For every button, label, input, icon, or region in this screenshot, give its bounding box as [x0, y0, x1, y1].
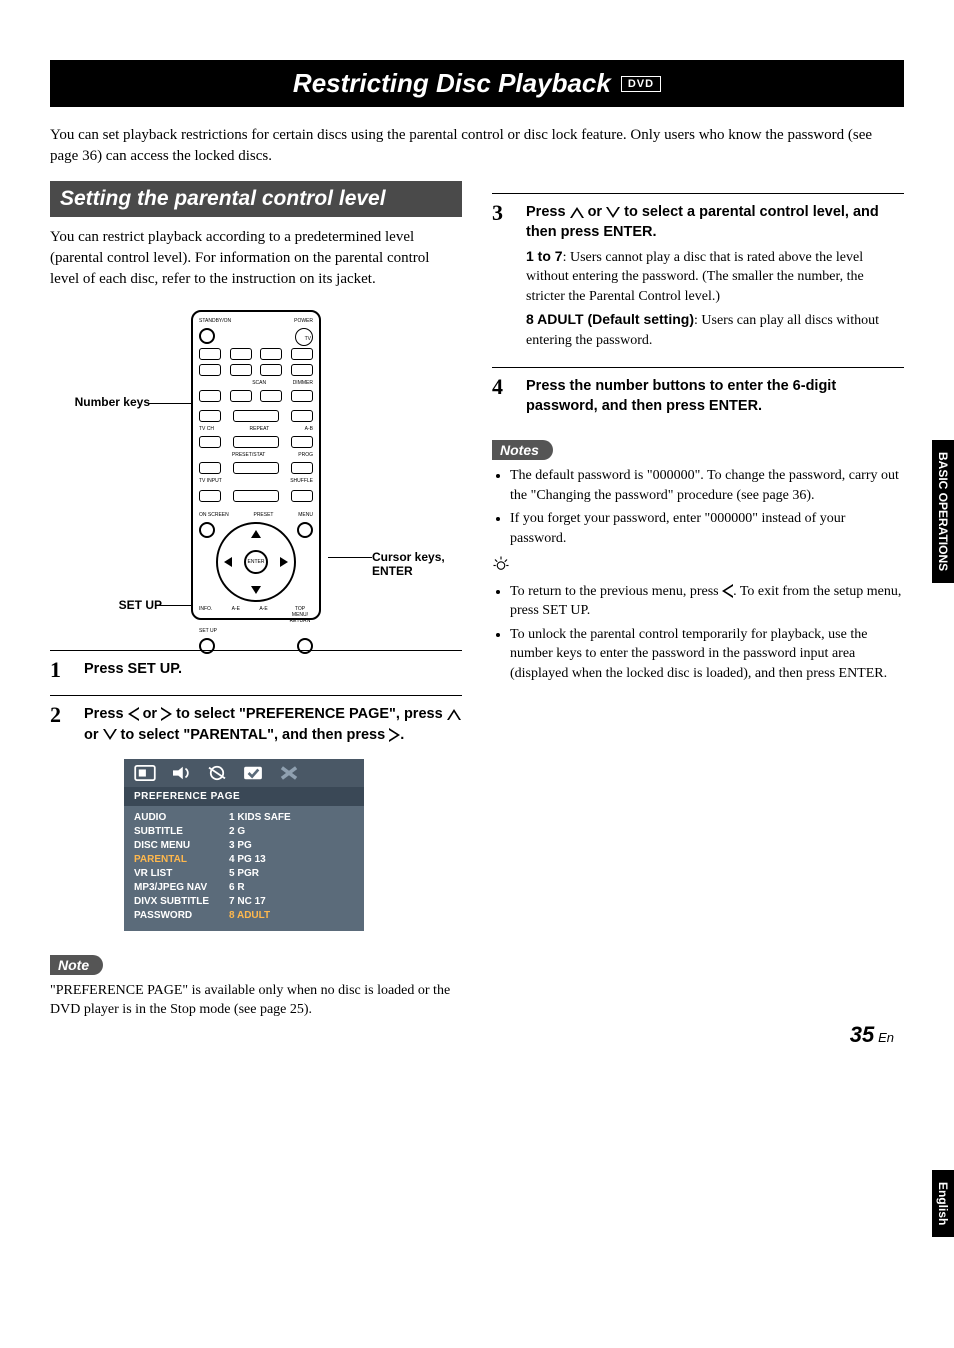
step-number: 1 — [50, 659, 68, 683]
intro-text: You can set playback restrictions for ce… — [50, 125, 904, 167]
step-title: Press or to select a parental control le… — [526, 202, 904, 243]
hint-icon — [492, 555, 904, 578]
step-title: Press SET UP. — [84, 659, 462, 679]
osd-tab-general-icon — [134, 765, 156, 781]
right-arrow-icon — [389, 728, 400, 742]
hint-item: To unlock the parental control temporari… — [510, 625, 904, 684]
hint-item: To return to the previous menu, press . … — [510, 582, 904, 621]
osd-right-item: 2 G — [229, 826, 291, 837]
osd-right-item: 4 PG 13 — [229, 854, 291, 865]
up-arrow-icon — [447, 709, 461, 720]
osd-menu-right: 1 KIDS SAFE 2 G 3 PG 4 PG 13 5 PGR 6 R 7 NC 17… — [229, 812, 291, 921]
left-arrow-icon — [722, 584, 733, 598]
remote-diagram: Number keys SET UP Cursor keys, ENTER ST… — [50, 310, 462, 620]
side-tab-english: English — [932, 1170, 954, 1237]
osd-left-item: AUDIO — [134, 812, 209, 823]
osd-tab-video-icon — [206, 765, 228, 781]
note-item: If you forget your password, enter "0000… — [510, 509, 904, 548]
step-title: Press or to select "PREFERENCE PAGE", pr… — [84, 704, 462, 745]
right-column: 3 Press or to select a parental control … — [492, 181, 904, 1034]
side-tab-basic-operations: BASIC OPERATIONS — [932, 440, 954, 583]
osd-left-item: MP3/JPEG NAV — [134, 882, 209, 893]
setup-button-icon — [199, 638, 215, 654]
osd-tab-icons — [124, 759, 364, 787]
osd-left-item: PARENTAL — [134, 854, 209, 865]
step-1: 1 Press SET UP. — [50, 659, 462, 683]
callout-number-keys: Number keys — [40, 395, 150, 409]
down-arrow-icon — [606, 207, 620, 218]
step-detail: 8 ADULT (Default setting): Users can pla… — [526, 310, 904, 350]
step-title: Press the number buttons to enter the 6-… — [526, 376, 904, 417]
hints-list: To return to the previous menu, press . … — [492, 582, 904, 684]
onscreen-button-icon — [199, 522, 215, 538]
sub-intro-text: You can restrict playback according to a… — [50, 227, 462, 290]
osd-right-item: 1 KIDS SAFE — [229, 812, 291, 823]
osd-left-item: DISC MENU — [134, 840, 209, 851]
osd-right-item: 5 PGR — [229, 868, 291, 879]
osd-right-item: 6 R — [229, 882, 291, 893]
osd-right-item: 7 NC 17 — [229, 896, 291, 907]
up-arrow-icon — [570, 207, 584, 218]
step-number: 4 — [492, 376, 510, 421]
step-detail: 1 to 7: Users cannot play a disc that is… — [526, 247, 904, 307]
right-arrow-icon — [161, 707, 172, 721]
step-number: 3 — [492, 202, 510, 355]
osd-left-item: SUBTITLE — [134, 826, 209, 837]
osd-tab-preference-icon — [242, 765, 264, 781]
page-title: Restricting Disc Playback — [293, 68, 611, 99]
left-arrow-icon — [128, 707, 139, 721]
left-column: Setting the parental control level You c… — [50, 181, 462, 1034]
step-4: 4 Press the number buttons to enter the … — [492, 376, 904, 421]
step-2: 2 Press or to select "PREFERENCE PAGE", … — [50, 704, 462, 945]
standby-button-icon — [199, 328, 215, 344]
step-3: 3 Press or to select a parental control … — [492, 202, 904, 355]
side-tabs: BASIC OPERATIONS English — [924, 0, 954, 1074]
osd-left-item: PASSWORD — [134, 910, 209, 921]
osd-menu-left: AUDIO SUBTITLE DISC MENU PARENTAL VR LIST MP3… — [134, 812, 209, 921]
note-item: The default password is "000000". To cha… — [510, 466, 904, 505]
callout-cursor-enter: Cursor keys, ENTER — [372, 550, 472, 578]
subheading: Setting the parental control level — [50, 181, 462, 217]
notes-list: The default password is "000000". To cha… — [492, 466, 904, 548]
osd-right-item: 8 ADULT — [229, 910, 291, 921]
menu-button-icon — [297, 522, 313, 538]
remote-control: STANDBY/ONPOWER TV SCANDIMMER TV CHREPEA… — [191, 310, 321, 620]
note-label: Note — [50, 955, 103, 975]
notes-label: Notes — [492, 440, 553, 460]
osd-tab-audio-icon — [170, 765, 192, 781]
step-number: 2 — [50, 704, 68, 945]
osd-tab-close-icon — [278, 765, 300, 781]
dvd-badge: DVD — [621, 76, 661, 92]
note-text: "PREFERENCE PAGE" is available only when… — [50, 981, 462, 1020]
osd-right-item: 3 PG — [229, 840, 291, 851]
page-number: 35 En — [850, 1022, 894, 1048]
osd-header: PREFERENCE PAGE — [124, 787, 364, 806]
down-arrow-icon — [103, 729, 117, 740]
osd-preference-page: PREFERENCE PAGE AUDIO SUBTITLE DISC MENU PA… — [124, 759, 364, 931]
osd-left-item: DIVX SUBTITLE — [134, 896, 209, 907]
page-title-bar: Restricting Disc Playback DVD — [50, 60, 904, 107]
callout-setup: SET UP — [92, 598, 162, 612]
osd-left-item: VR LIST — [134, 868, 209, 879]
dpad-icon: ENTER — [216, 522, 296, 602]
